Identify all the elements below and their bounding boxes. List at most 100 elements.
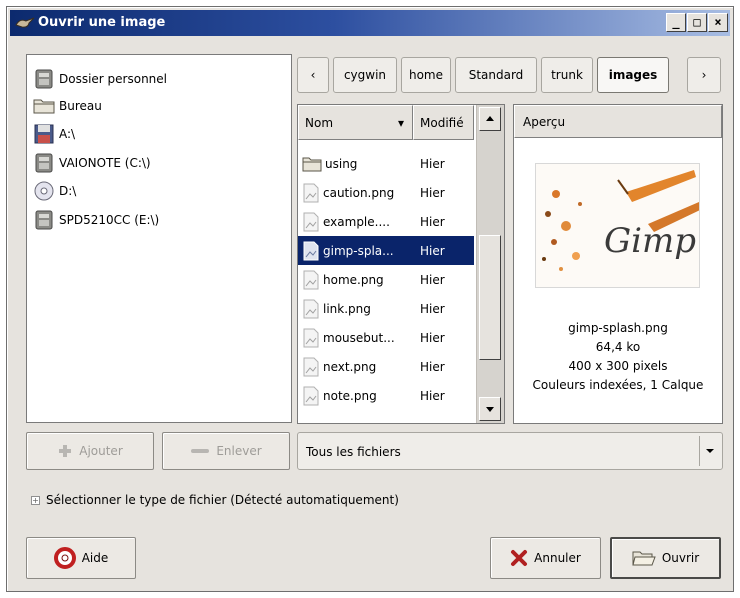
file-name: using (325, 156, 358, 171)
preview-panel: Aperçu Gimp gimp-splash.png 64,4 ko 400 … (513, 104, 723, 424)
preview-filename: gimp-splash.png (568, 321, 668, 335)
path-segment-images[interactable]: images (597, 57, 669, 93)
home-icon (35, 69, 53, 89)
gimp-logo-text: Gimp (604, 221, 696, 261)
file-modified: Hier (420, 214, 445, 229)
filter-dropdown-button[interactable] (699, 436, 719, 466)
add-bookmark-button[interactable]: Ajouter (26, 432, 154, 470)
file-modified: Hier (420, 301, 445, 316)
image-file-icon (303, 386, 319, 405)
file-type-filter[interactable]: Tous les fichiers (297, 432, 723, 470)
expander-label: Sélectionner le type de fichier (Détecté… (46, 493, 399, 507)
place-drive-e[interactable]: SPD5210CC (E:\) (33, 207, 283, 233)
close-button[interactable]: × (708, 13, 728, 32)
preview-filesize: 64,4 ko (595, 340, 641, 354)
table-row[interactable]: mousebut... Hier (298, 323, 474, 352)
image-file-icon (303, 212, 319, 231)
image-file-icon (303, 357, 319, 376)
file-modified: Hier (420, 272, 445, 287)
table-row-partial (298, 410, 474, 423)
place-home[interactable]: Dossier personnel (33, 66, 283, 92)
image-file-icon (303, 299, 319, 318)
file-modified: Hier (420, 243, 445, 258)
place-label: D:\ (59, 184, 77, 198)
scroll-thumb[interactable] (479, 235, 501, 360)
place-label: VAIONOTE (C:\) (59, 156, 151, 170)
place-floppy[interactable]: A:\ (33, 121, 283, 147)
title-bar[interactable]: Ouvrir une image _ □ × (10, 10, 730, 36)
open-button[interactable]: Ouvrir (610, 537, 721, 579)
column-header-modified[interactable]: Modifié (413, 105, 474, 140)
cancel-label: Annuler (534, 551, 581, 565)
cancel-button[interactable]: Annuler (490, 537, 601, 579)
expander-plus-icon: + (31, 495, 40, 505)
file-list-scrollbar[interactable] (476, 105, 504, 423)
table-row[interactable]: example.... Hier (298, 207, 474, 236)
table-row[interactable]: caution.png Hier (298, 178, 474, 207)
harddisk-icon (35, 153, 53, 173)
place-label: Bureau (59, 99, 102, 113)
chevron-down-icon (705, 449, 714, 453)
table-row[interactable]: link.png Hier (298, 294, 474, 323)
sort-down-icon: ▾ (397, 115, 404, 130)
preview-dimensions: 400 x 300 pixels (568, 359, 668, 373)
gimp-splash-image: Gimp (536, 164, 699, 287)
file-name: example.... (323, 214, 390, 229)
image-file-icon (303, 270, 319, 289)
plus-icon (59, 445, 72, 457)
open-label: Ouvrir (661, 551, 700, 565)
remove-label: Enlever (216, 444, 262, 458)
cancel-x-icon (511, 550, 528, 566)
minimize-button[interactable]: _ (666, 13, 686, 32)
file-name: next.png (323, 359, 377, 374)
path-back-button[interactable]: ‹ (297, 57, 329, 93)
file-modified: Hier (420, 185, 445, 200)
help-label: Aide (81, 551, 109, 565)
table-row[interactable]: using Hier (298, 149, 474, 178)
place-drive-d[interactable]: D:\ (33, 178, 283, 204)
path-segment-standard[interactable]: Standard (455, 57, 537, 93)
preview-header: Aperçu (514, 105, 722, 138)
place-desktop[interactable]: Bureau (33, 93, 283, 119)
column-header-name[interactable]: Nom ▾ (298, 105, 413, 140)
preview-title: Aperçu (523, 114, 566, 129)
filter-selected-value: Tous les fichiers (306, 445, 401, 459)
file-rows: using Hier caution.png Hier example.... … (298, 141, 474, 423)
lifebuoy-icon (53, 547, 76, 569)
path-forward-button[interactable]: › (687, 57, 721, 93)
maximize-button[interactable]: □ (687, 13, 707, 32)
path-segment-trunk[interactable]: trunk (541, 57, 593, 93)
floppy-icon (34, 124, 54, 144)
remove-bookmark-button[interactable]: Enlever (162, 432, 290, 470)
harddisk-icon (35, 210, 53, 230)
table-row[interactable]: next.png Hier (298, 352, 474, 381)
place-label: Dossier personnel (59, 72, 168, 86)
file-name: home.png (323, 272, 384, 287)
file-type-expander[interactable]: + Sélectionner le type de fichier (Détec… (31, 493, 399, 507)
scroll-up-button[interactable] (479, 107, 501, 131)
help-button[interactable]: Aide (26, 537, 136, 579)
file-modified: Hier (420, 388, 445, 403)
place-label: SPD5210CC (E:\) (59, 213, 160, 227)
gimp-wilber-icon (15, 17, 35, 28)
table-row[interactable]: note.png Hier (298, 381, 474, 410)
file-name: gimp-spla... (323, 243, 394, 258)
path-segment-cygwin[interactable]: cygwin (333, 57, 397, 93)
file-name: link.png (323, 301, 371, 316)
table-row-selected[interactable]: gimp-spla... Hier (298, 236, 474, 265)
cdrom-icon (34, 181, 54, 201)
path-segment-home[interactable]: home (401, 57, 451, 93)
scroll-down-button[interactable] (479, 397, 501, 421)
file-modified: Hier (420, 156, 445, 171)
open-image-dialog: Ouvrir une image _ □ × Dossier personnel… (6, 6, 734, 592)
place-drive-c[interactable]: VAIONOTE (C:\) (33, 150, 283, 176)
image-file-icon (303, 241, 319, 260)
place-label: A:\ (59, 127, 76, 141)
column-name-label: Nom (305, 115, 334, 130)
add-label: Ajouter (79, 444, 123, 458)
file-name: caution.png (323, 185, 395, 200)
table-row[interactable]: home.png Hier (298, 265, 474, 294)
file-modified: Hier (420, 359, 445, 374)
image-file-icon (303, 328, 319, 347)
folder-icon (33, 99, 55, 114)
